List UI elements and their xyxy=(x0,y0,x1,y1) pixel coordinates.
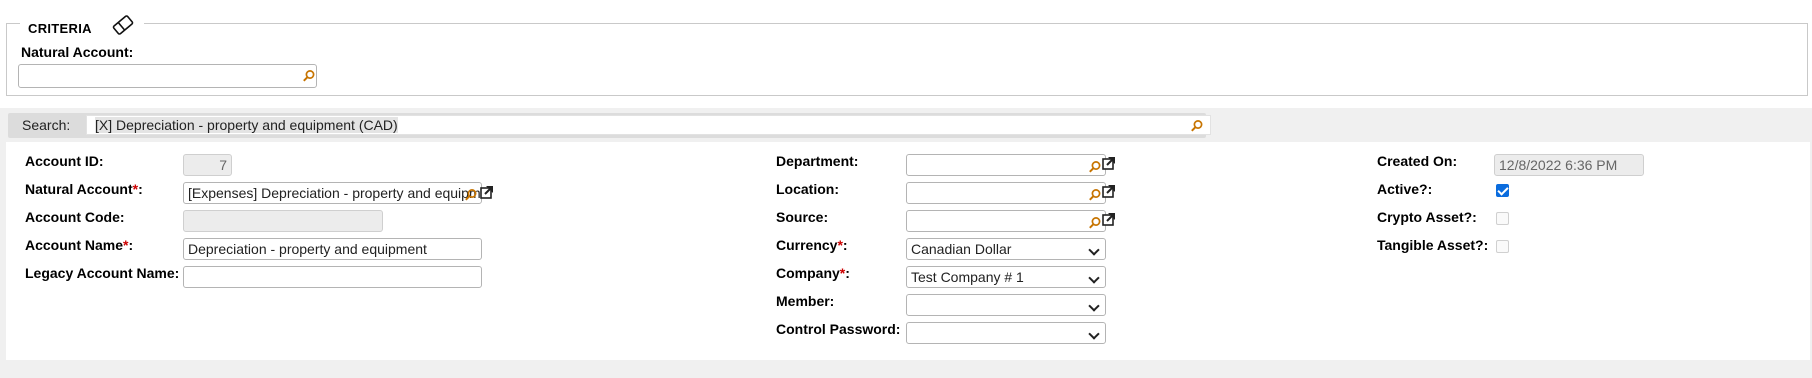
source-external-link-icon[interactable] xyxy=(1102,212,1116,226)
eraser-icon[interactable] xyxy=(110,12,136,38)
active-label: Active?: xyxy=(1377,181,1433,197)
natural-account-lookup-icon[interactable] xyxy=(464,188,478,202)
criteria-natural-account-label: Natural Account: xyxy=(21,44,134,60)
search-strip: Search: [X] Depreciation - property and … xyxy=(0,108,1812,142)
account-id-label: Account ID: xyxy=(25,153,104,169)
legacy-account-name-field[interactable] xyxy=(183,266,482,288)
search-label: Search: xyxy=(22,117,71,133)
company-select[interactable]: Test Company # 1 xyxy=(906,266,1106,288)
source-field[interactable] xyxy=(906,210,1106,232)
control-password-select[interactable] xyxy=(906,322,1106,344)
member-label: Member: xyxy=(776,293,835,309)
search-input[interactable]: [X] Depreciation - property and equipmen… xyxy=(86,115,1211,135)
control-password-label: Control Password: xyxy=(776,321,901,337)
location-label: Location: xyxy=(776,181,839,197)
account-name-field[interactable]: Depreciation - property and equipment xyxy=(183,238,482,260)
account-code-label: Account Code: xyxy=(25,209,125,225)
company-label: Company*: xyxy=(776,265,850,281)
tangible-asset-label: Tangible Asset?: xyxy=(1377,237,1489,253)
created-on-label: Created On: xyxy=(1377,153,1458,169)
natural-account-label: Natural Account*: xyxy=(25,181,143,197)
crypto-asset-checkbox xyxy=(1496,212,1509,225)
criteria-title: CRITERIA xyxy=(28,21,92,36)
natural-account-field[interactable]: [Expenses] Depreciation - property and e… xyxy=(183,182,482,204)
legacy-account-name-label: Legacy Account Name: xyxy=(25,265,180,281)
lookup-icon[interactable] xyxy=(302,69,316,83)
location-external-link-icon[interactable] xyxy=(1102,184,1116,198)
department-lookup-icon[interactable] xyxy=(1088,160,1102,174)
member-select[interactable] xyxy=(906,294,1106,316)
department-field[interactable] xyxy=(906,154,1106,176)
account-code-field xyxy=(183,210,383,232)
location-lookup-icon[interactable] xyxy=(1088,188,1102,202)
active-checkbox[interactable] xyxy=(1496,184,1509,197)
source-label: Source: xyxy=(776,209,829,225)
account-name-label: Account Name*: xyxy=(25,237,134,253)
search-bar: Search: [X] Depreciation - property and … xyxy=(8,113,1211,138)
external-link-icon[interactable] xyxy=(480,185,494,199)
crypto-asset-label: Crypto Asset?: xyxy=(1377,209,1477,225)
location-field[interactable] xyxy=(906,182,1106,204)
currency-select[interactable]: Canadian Dollar xyxy=(906,238,1106,260)
company-value: Test Company # 1 xyxy=(911,269,1024,285)
criteria-natural-account-input[interactable] xyxy=(18,64,317,88)
source-lookup-icon[interactable] xyxy=(1088,216,1102,230)
department-external-link-icon[interactable] xyxy=(1102,156,1116,170)
currency-label: Currency*: xyxy=(776,237,848,253)
criteria-legend: CRITERIA xyxy=(20,12,144,38)
currency-value: Canadian Dollar xyxy=(911,241,1012,257)
tangible-asset-checkbox xyxy=(1496,240,1509,253)
account-id-field: 7 xyxy=(183,154,232,176)
record-form: Account ID: 7 Natural Account*: [Expense… xyxy=(6,142,1810,360)
natural-account-value: [Expenses] Depreciation - property and e… xyxy=(188,185,482,201)
created-on-field: 12/8/2022 6:36 PM xyxy=(1494,154,1644,176)
search-value: [X] Depreciation - property and equipmen… xyxy=(95,117,398,133)
criteria-panel: CRITERIA Natural Account: xyxy=(0,0,1812,108)
search-lookup-icon[interactable] xyxy=(1190,119,1204,133)
department-label: Department: xyxy=(776,153,859,169)
